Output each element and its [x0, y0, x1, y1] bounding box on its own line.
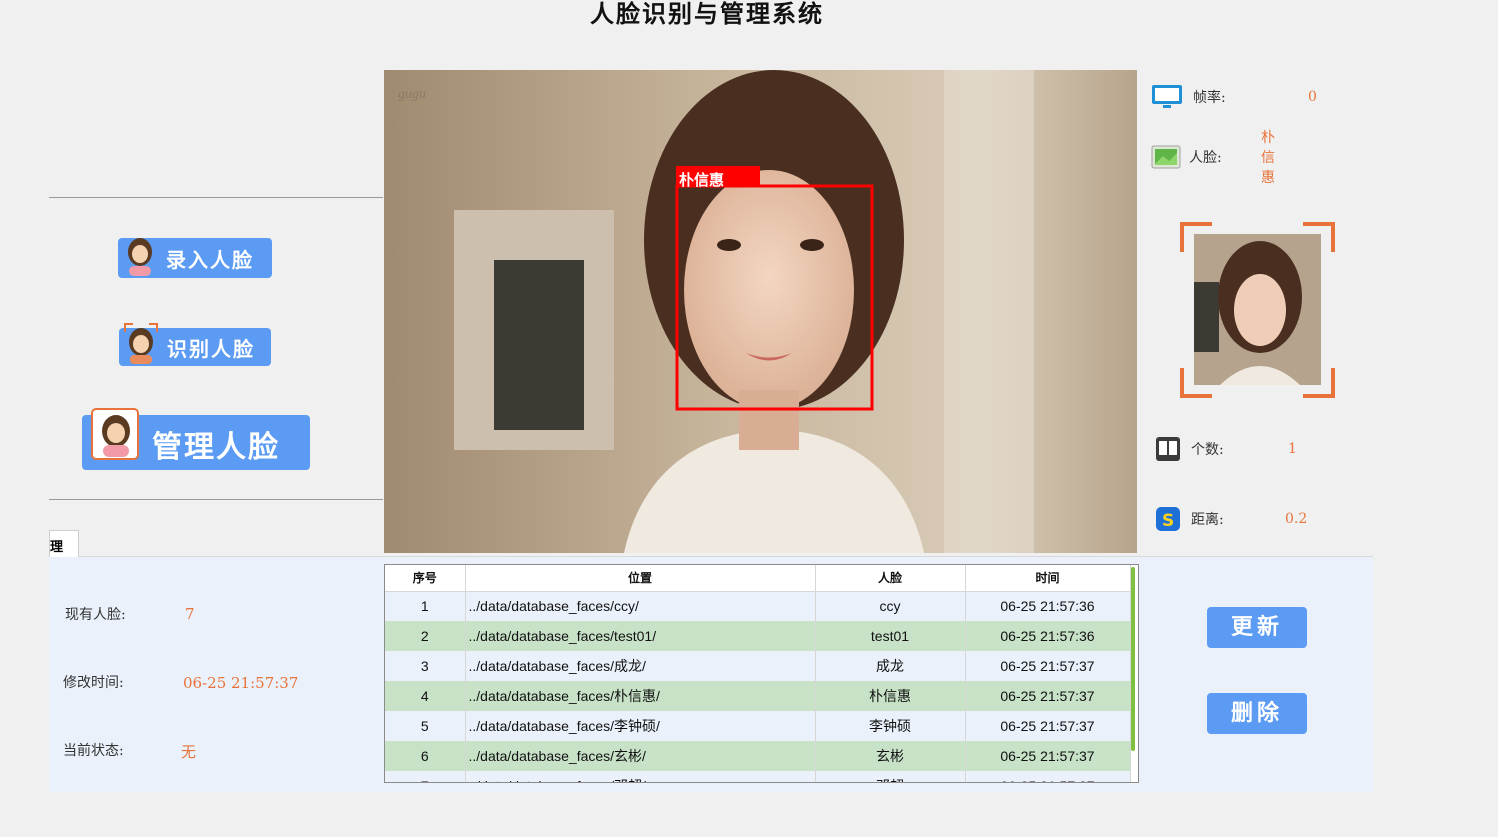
- cell-face: 李钟硕: [815, 711, 966, 741]
- enroll-face-button[interactable]: 录入人脸: [118, 238, 272, 278]
- col-header-face[interactable]: 人脸: [815, 565, 966, 592]
- cell-face: 玄彬: [815, 741, 966, 771]
- existing-faces-label: 现有人脸:: [65, 607, 126, 623]
- face-value: 朴信惠: [1261, 130, 1275, 186]
- camera-view: gugu 朴信惠: [384, 70, 1137, 553]
- detected-name-label: 朴信惠: [679, 171, 724, 189]
- distance-badge-icon: S: [1156, 507, 1180, 531]
- distance-stat: S 距离: 0.2: [1155, 506, 1307, 532]
- count-value: 1: [1288, 441, 1297, 457]
- cell-face: ccy: [815, 591, 966, 621]
- cell-face: 成龙: [815, 651, 966, 681]
- enroll-face-label: 录入人脸: [166, 248, 254, 272]
- table-row[interactable]: 4 ../data/database_faces/朴信惠/ 朴信惠 06-25 …: [385, 681, 1131, 711]
- table-row[interactable]: 1 ../data/database_faces/ccy/ ccy 06-25 …: [385, 591, 1131, 621]
- current-status-label: 当前状态:: [63, 743, 124, 759]
- cell-index: 2: [385, 621, 466, 651]
- fps-label: 帧率:: [1193, 90, 1226, 106]
- table-row[interactable]: 3 ../data/database_faces/成龙/ 成龙 06-25 21…: [385, 651, 1131, 681]
- face-label: 人脸:: [1189, 150, 1222, 166]
- cell-index: 7: [385, 771, 466, 782]
- cell-time: 06-25 21:57:37: [965, 651, 1131, 681]
- modified-time-value: 06-25 21:57:37: [183, 674, 299, 692]
- divider-bottom: [49, 499, 383, 500]
- count-stat: 个数: 1: [1155, 436, 1297, 462]
- cell-index: 1: [385, 591, 466, 621]
- manage-face-label: 管理人脸: [152, 430, 280, 465]
- cell-index: 3: [385, 651, 466, 681]
- svg-text:S: S: [1162, 511, 1174, 531]
- col-header-path[interactable]: 位置: [465, 565, 816, 592]
- tab-manage[interactable]: 管理: [49, 530, 79, 557]
- cell-path: ../data/database_faces/成龙/: [465, 651, 816, 681]
- face-manage-icon: [91, 408, 139, 460]
- col-header-index[interactable]: 序号: [385, 565, 466, 592]
- cell-path: ../data/database_faces/李钟硕/: [465, 711, 816, 741]
- faces-table[interactable]: 序号 位置 人脸 时间 1 ../data/database_faces/ccy…: [384, 564, 1139, 783]
- cell-time: 06-25 21:57:36: [965, 621, 1131, 651]
- cell-time: 06-25 21:57:36: [965, 591, 1131, 621]
- table-row[interactable]: 7 ../data/database_faces/邓超/ 邓超 06-25 21…: [385, 771, 1131, 782]
- cell-path: ../data/database_faces/邓超/: [465, 771, 816, 782]
- recognize-face-label: 识别人脸: [167, 337, 255, 361]
- table-header-row: 序号 位置 人脸 时间: [385, 565, 1131, 592]
- cell-time: 06-25 21:57:37: [965, 681, 1131, 711]
- fps-value: 0: [1308, 89, 1317, 105]
- table-scrollbar[interactable]: [1131, 567, 1135, 751]
- cell-time: 06-25 21:57:37: [965, 711, 1131, 741]
- face-thumbnail: [1180, 222, 1335, 398]
- manage-face-button[interactable]: 管理人脸: [82, 408, 310, 470]
- monitor-icon: [1152, 85, 1182, 108]
- face-image-icon: [1151, 145, 1181, 169]
- face-stat: 人脸: 朴信惠: [1151, 130, 1275, 186]
- distance-value: 0.2: [1285, 511, 1308, 527]
- fps-stat: 帧率: 0: [1151, 84, 1317, 110]
- distance-label: 距离:: [1191, 512, 1224, 528]
- cell-face: 朴信惠: [815, 681, 966, 711]
- delete-button[interactable]: 删除: [1207, 693, 1307, 734]
- video-watermark: gugu: [398, 87, 426, 102]
- cell-time: 06-25 21:57:37: [965, 741, 1131, 771]
- current-status-value: 无: [181, 743, 197, 761]
- divider-top: [49, 197, 383, 198]
- col-header-time[interactable]: 时间: [965, 565, 1131, 592]
- cell-face: test01: [815, 621, 966, 651]
- update-button[interactable]: 更新: [1207, 607, 1307, 648]
- modified-time-label: 修改时间:: [63, 675, 124, 691]
- app-root: 人脸识别与管理系统 录入人脸 识别人脸 管理人脸 gugu 朴信惠 帧率: 0 …: [0, 0, 1498, 837]
- cell-path: ../data/database_faces/玄彬/: [465, 741, 816, 771]
- face-scan-icon: [124, 323, 158, 364]
- camera-frame: gugu 朴信惠: [384, 70, 1137, 553]
- recognize-face-button[interactable]: 识别人脸: [119, 323, 271, 366]
- cell-path: ../data/database_faces/ccy/: [465, 591, 816, 621]
- cell-path: ../data/database_faces/朴信惠/: [465, 681, 816, 711]
- table-row[interactable]: 2 ../data/database_faces/test01/ test01 …: [385, 621, 1131, 651]
- cell-index: 6: [385, 741, 466, 771]
- cell-time: 06-25 21:57:37: [965, 771, 1131, 782]
- cell-index: 4: [385, 681, 466, 711]
- counter-icon: [1156, 437, 1180, 461]
- cell-index: 5: [385, 711, 466, 741]
- count-label: 个数:: [1191, 442, 1224, 458]
- table-row[interactable]: 6 ../data/database_faces/玄彬/ 玄彬 06-25 21…: [385, 741, 1131, 771]
- existing-faces-value: 7: [185, 605, 195, 623]
- cell-path: ../data/database_faces/test01/: [465, 621, 816, 651]
- table-row[interactable]: 5 ../data/database_faces/李钟硕/ 李钟硕 06-25 …: [385, 711, 1131, 741]
- window-title: 人脸识别与管理系统: [590, 0, 824, 28]
- cell-face: 邓超: [815, 771, 966, 782]
- person-avatar-icon: [128, 238, 152, 276]
